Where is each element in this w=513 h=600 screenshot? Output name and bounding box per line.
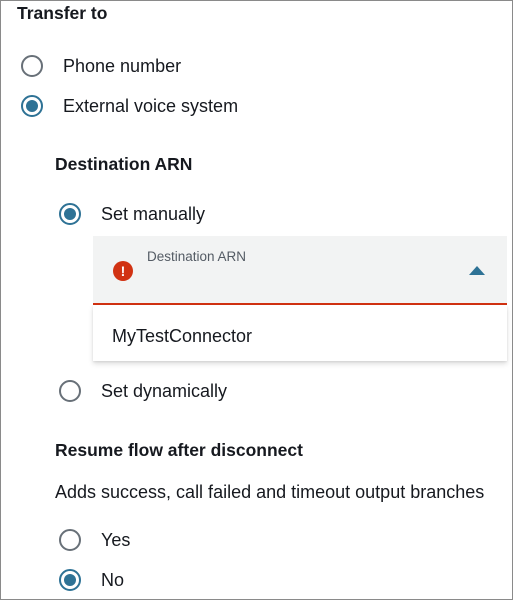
destination-arn-heading: Destination ARN (55, 154, 193, 174)
transfer-to-heading: Transfer to (17, 3, 108, 23)
destination-arn-dropdown: MyTestConnector (93, 305, 507, 361)
transfer-settings-panel: Transfer to Phone number External voice … (0, 0, 513, 600)
destination-arn-select-label: Destination ARN (147, 249, 247, 264)
radio-resume-yes[interactable]: Yes (59, 526, 130, 554)
radio-resume-no-indicator[interactable] (59, 569, 81, 591)
error-icon: ! (113, 261, 133, 281)
dropdown-option-label: MyTestConnector (112, 326, 253, 346)
radio-set-manually-indicator[interactable] (59, 203, 81, 225)
radio-set-dynamically[interactable]: Set dynamically (59, 377, 227, 405)
dropdown-option-mytestconnector[interactable]: MyTestConnector (93, 305, 507, 361)
radio-set-dynamically-indicator[interactable] (59, 380, 81, 402)
destination-arn-select[interactable]: ! Destination ARN (93, 236, 507, 305)
radio-external-voice-system-indicator[interactable] (21, 95, 43, 117)
radio-phone-number-label: Phone number (63, 56, 182, 76)
radio-resume-no[interactable]: No (59, 566, 124, 594)
radio-resume-yes-indicator[interactable] (59, 529, 81, 551)
radio-external-voice-system[interactable]: External voice system (21, 92, 238, 120)
radio-set-dynamically-label: Set dynamically (101, 381, 228, 401)
radio-external-voice-system-label: External voice system (63, 96, 239, 116)
radio-resume-no-label: No (101, 570, 125, 590)
radio-set-manually[interactable]: Set manually (59, 200, 205, 228)
radio-resume-yes-label: Yes (101, 530, 131, 550)
resume-flow-heading: Resume flow after disconnect (55, 440, 303, 460)
radio-phone-number-indicator[interactable] (21, 55, 43, 77)
caret-up-icon[interactable] (469, 266, 485, 275)
radio-set-manually-label: Set manually (101, 204, 206, 224)
resume-flow-description: Adds success, call failed and timeout ou… (55, 482, 485, 502)
radio-phone-number[interactable]: Phone number (21, 52, 181, 80)
